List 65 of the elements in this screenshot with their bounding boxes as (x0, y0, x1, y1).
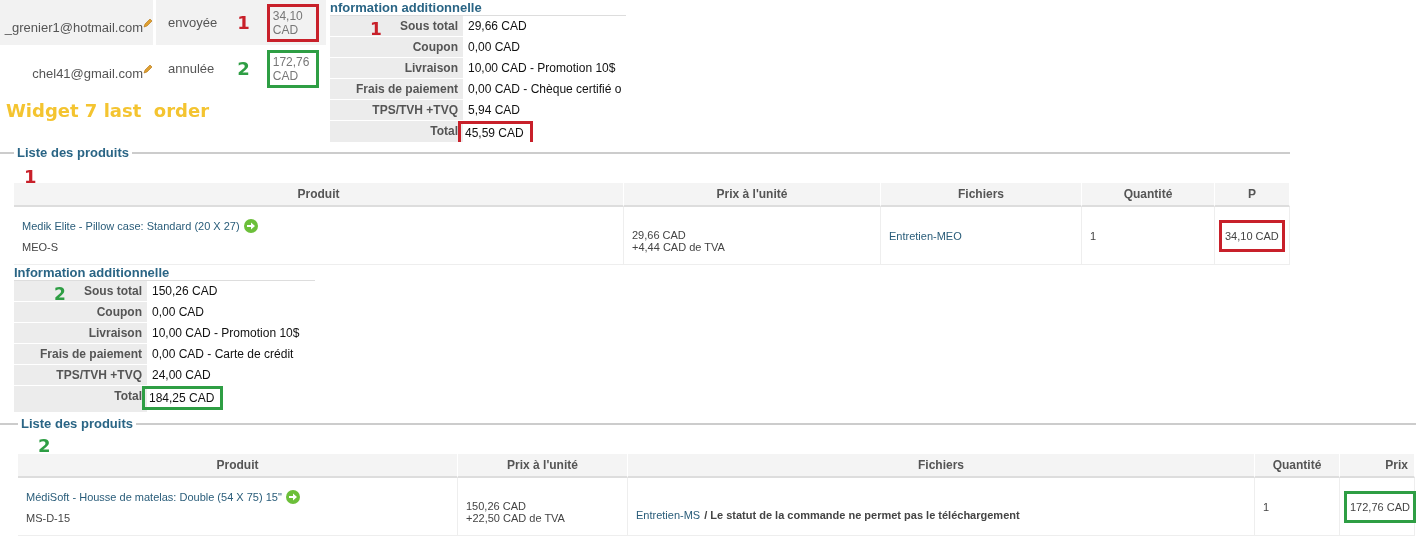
summary-label: Total (330, 121, 463, 142)
summary-label: Livraison (14, 323, 147, 343)
column-header: P (1215, 183, 1290, 207)
arrow-right-icon[interactable] (243, 218, 258, 233)
annotation-number: 1 (237, 12, 250, 33)
summary-value: 5,94 CAD (468, 103, 521, 117)
product-link[interactable]: Medik Elite - Pillow case: Standard (20 X 27) (22, 219, 240, 232)
file-note: / Le statut de la commande ne permet pas le téléchargement (704, 508, 1020, 521)
summary-label: Coupon (14, 302, 147, 322)
summary-value: 10,00 CAD - Promotion 10$ (152, 326, 300, 340)
line-price: 34,10 CAD (1219, 219, 1285, 252)
summary-label: Livraison (330, 58, 463, 78)
tax-amount: +4,44 CAD de TVA (632, 240, 725, 253)
summary-value: 150,26 CAD (152, 284, 218, 298)
column-header: Quantité (1255, 454, 1340, 478)
column-header: Prix (1340, 454, 1415, 478)
order-status: envoyée (168, 15, 218, 30)
line-price: 172,76 CAD (1344, 490, 1416, 523)
column-header: Produit (18, 454, 458, 478)
product-sku: MS-D-15 (26, 511, 70, 524)
column-header: Fichiers (881, 183, 1082, 207)
column-header: Quantité (1082, 183, 1215, 207)
column-header: Fichiers (628, 454, 1255, 478)
product-link[interactable]: MédiSoft - Housse de matelas: Double (54 X 75) 15" (26, 490, 282, 503)
column-header: Produit (14, 183, 624, 207)
summary-value: 0,00 CAD - Carte de crédit (152, 347, 294, 361)
summary-value: 45,59 CAD (458, 121, 533, 142)
summary-value: 0,00 CAD - Chèque certifié o (468, 82, 622, 96)
quantity: 1 (1263, 500, 1270, 513)
customer-email: _grenier1@hotmail.com (4, 20, 144, 35)
summary-value: 0,00 CAD (152, 305, 205, 319)
arrow-right-icon[interactable] (285, 489, 300, 504)
quantity: 1 (1090, 229, 1097, 242)
section-title: Liste des produits (18, 416, 136, 431)
annotation-number: 2 (38, 435, 51, 456)
summary-label: TPS/TVH +TVQ (330, 100, 463, 120)
summary-label: TPS/TVH +TVQ (14, 365, 147, 385)
annotation-text: Widget 7 last order (5, 100, 211, 121)
annotation-number: 2 (237, 58, 250, 79)
summary-value: 24,00 CAD (152, 368, 211, 382)
customer-email: chel41@gmail.com (32, 66, 144, 81)
order-amount: 172,76 CAD (266, 49, 319, 88)
summary-value: 29,66 CAD (468, 19, 527, 33)
annotation-number: 1 (370, 19, 382, 39)
summary-label: Frais de paiement (330, 79, 463, 99)
column-header: Prix à l'unité (624, 183, 881, 207)
summary-value: 10,00 CAD - Promotion 10$ (468, 61, 616, 75)
summary-label: Frais de paiement (14, 344, 147, 364)
order-amount: 34,10 CAD (266, 3, 319, 42)
unit-price: 150,26 CAD (466, 499, 526, 512)
product-sku: MEO-S (22, 240, 59, 253)
order-status: annulée (168, 61, 215, 76)
pencil-icon[interactable] (143, 18, 154, 28)
summary-value: 0,00 CAD (468, 40, 521, 54)
tax-amount: +22,50 CAD de TVA (466, 511, 565, 524)
column-header: Prix à l'unité (458, 454, 628, 478)
file-link[interactable]: Entretien-MEO (889, 229, 962, 242)
unit-price: 29,66 CAD (632, 228, 686, 241)
summary-label: Coupon (330, 37, 463, 57)
annotation-number: 2 (54, 284, 66, 304)
summary-value: 184,25 CAD (142, 386, 224, 410)
pencil-icon[interactable] (143, 64, 154, 74)
file-link[interactable]: Entretien-MS (636, 508, 701, 521)
summary-label: Total (14, 386, 147, 412)
section-title: Liste des produits (14, 145, 132, 160)
